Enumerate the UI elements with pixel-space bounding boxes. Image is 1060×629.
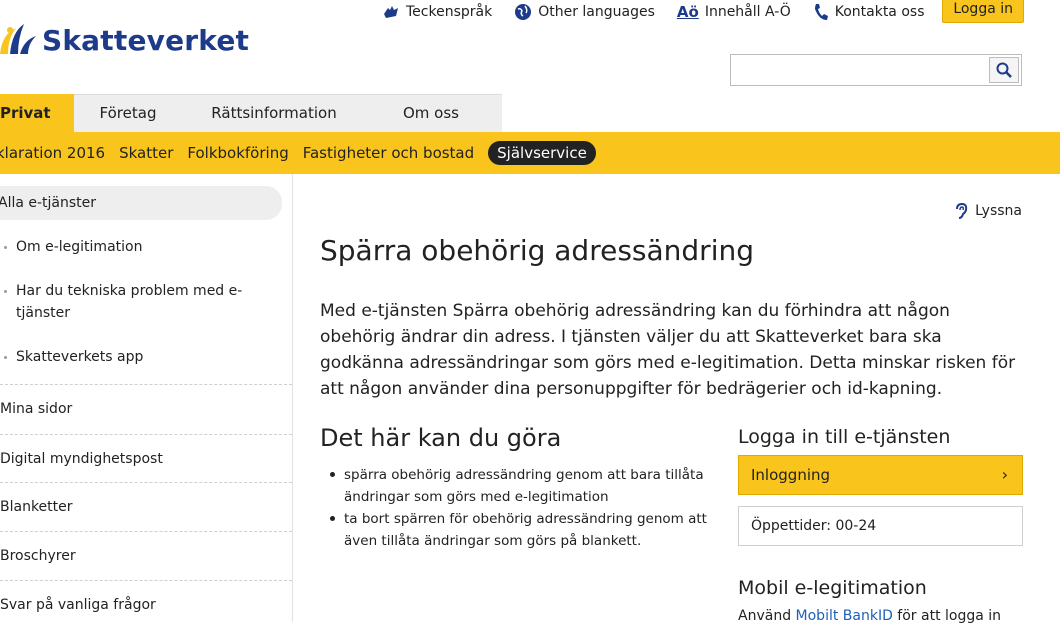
globe-icon bbox=[515, 4, 532, 20]
sidebar-item-blanketter[interactable]: Blanketter bbox=[0, 482, 292, 530]
crown-logo-icon bbox=[0, 24, 36, 54]
sidebar-item-svar[interactable]: Svar på vanliga frågor bbox=[0, 580, 292, 628]
sidebar-item-digital-myndighetspost[interactable]: Digital myndighetspost bbox=[0, 434, 292, 482]
sidebar-item-alla-e-tjanster[interactable]: Alla e-tjänster bbox=[0, 186, 282, 220]
login-button[interactable]: Logga in bbox=[942, 0, 1024, 23]
tab-om-oss[interactable]: Om oss bbox=[372, 94, 490, 132]
sign-language-label: Teckenspråk bbox=[406, 4, 493, 20]
chevron-right-icon: › bbox=[1001, 465, 1008, 484]
section-title: Det här kan du göra bbox=[320, 424, 562, 452]
list-item: spärra obehörig adressändring genom att … bbox=[320, 464, 720, 508]
tab-rattsinformation-label: Rättsinformation bbox=[211, 104, 337, 122]
subnav-deklaration[interactable]: klaration 2016 bbox=[0, 144, 105, 162]
search-input[interactable] bbox=[735, 56, 989, 86]
tab-rattsinformation[interactable]: Rättsinformation bbox=[186, 94, 362, 132]
subnav-fastigheter[interactable]: Fastigheter och bostad bbox=[303, 144, 474, 162]
intro-text: Med e-tjänsten Spärra obehörig adressänd… bbox=[320, 301, 1016, 399]
page-title: Spärra obehörig adressändring bbox=[320, 234, 754, 267]
subnav-skatter[interactable]: Skatter bbox=[119, 144, 173, 162]
login-panel-title: Logga in till e-tjänsten bbox=[738, 426, 951, 448]
listen-link[interactable]: Lyssna bbox=[953, 202, 1022, 220]
sidebar-sub-tekniska-problem[interactable]: Har du tekniska problem med e-tjänster bbox=[4, 280, 266, 324]
inloggning-label: Inloggning bbox=[751, 466, 831, 484]
sign-language-link[interactable]: Teckenspråk bbox=[382, 4, 492, 20]
sign-language-icon bbox=[384, 6, 398, 18]
sidebar-item-broschyrer[interactable]: Broschyrer bbox=[0, 531, 292, 579]
action-list: spärra obehörig adressändring genom att … bbox=[320, 464, 720, 552]
sub-navigation: klaration 2016 Skatter Folkbokföring Fas… bbox=[0, 132, 1060, 174]
mobil-e-legitimation-title: Mobil e-legitimation bbox=[738, 577, 927, 599]
phone-icon bbox=[814, 4, 828, 20]
contact-link[interactable]: Kontakta oss bbox=[813, 3, 925, 21]
contact-label: Kontakta oss bbox=[834, 4, 925, 20]
top-links: Teckenspråk Other languages Aö Innehåll … bbox=[382, 0, 1024, 24]
sidebar-item-mina-sidor[interactable]: Mina sidor bbox=[0, 384, 292, 432]
tab-privat-label: Privat bbox=[0, 104, 51, 122]
other-languages-label: Other languages bbox=[538, 4, 655, 20]
search-icon bbox=[996, 62, 1012, 78]
site-logo[interactable]: Skatteverket bbox=[0, 16, 249, 64]
subnav-folkbokforing[interactable]: Folkbokföring bbox=[187, 144, 288, 162]
listen-label: Lyssna bbox=[975, 203, 1022, 219]
inloggning-button[interactable]: Inloggning › bbox=[738, 455, 1023, 495]
index-label: Innehåll A-Ö bbox=[704, 4, 791, 20]
main-tabs: Privat Företag Rättsinformation Om oss bbox=[0, 94, 520, 133]
tab-om-oss-label: Om oss bbox=[403, 104, 459, 122]
sidebar-sub-om-e-legitimation[interactable]: Om e-legitimation bbox=[4, 236, 266, 258]
other-languages-link[interactable]: Other languages bbox=[514, 3, 655, 21]
subnav-sjalvservice[interactable]: Självservice bbox=[488, 141, 596, 165]
search-box bbox=[730, 54, 1022, 86]
tab-privat[interactable]: Privat bbox=[0, 94, 74, 132]
sidebar: Alla e-tjänster Om e-legitimation Har du… bbox=[0, 174, 293, 622]
opening-hours: Öppettider: 00-24 bbox=[738, 506, 1023, 546]
logo-text: Skatteverket bbox=[42, 23, 250, 57]
index-link[interactable]: Aö Innehåll A-Ö bbox=[677, 3, 791, 21]
ear-icon bbox=[956, 202, 968, 219]
list-item: ta bort spärren för obehörig adressändri… bbox=[320, 508, 720, 552]
tab-foretag-label: Företag bbox=[99, 104, 157, 122]
index-ao-glyph: Aö bbox=[676, 3, 699, 21]
search-button[interactable] bbox=[989, 57, 1019, 83]
sidebar-sub-app[interactable]: Skatteverkets app bbox=[4, 346, 266, 368]
tab-foretag[interactable]: Företag bbox=[80, 94, 176, 132]
